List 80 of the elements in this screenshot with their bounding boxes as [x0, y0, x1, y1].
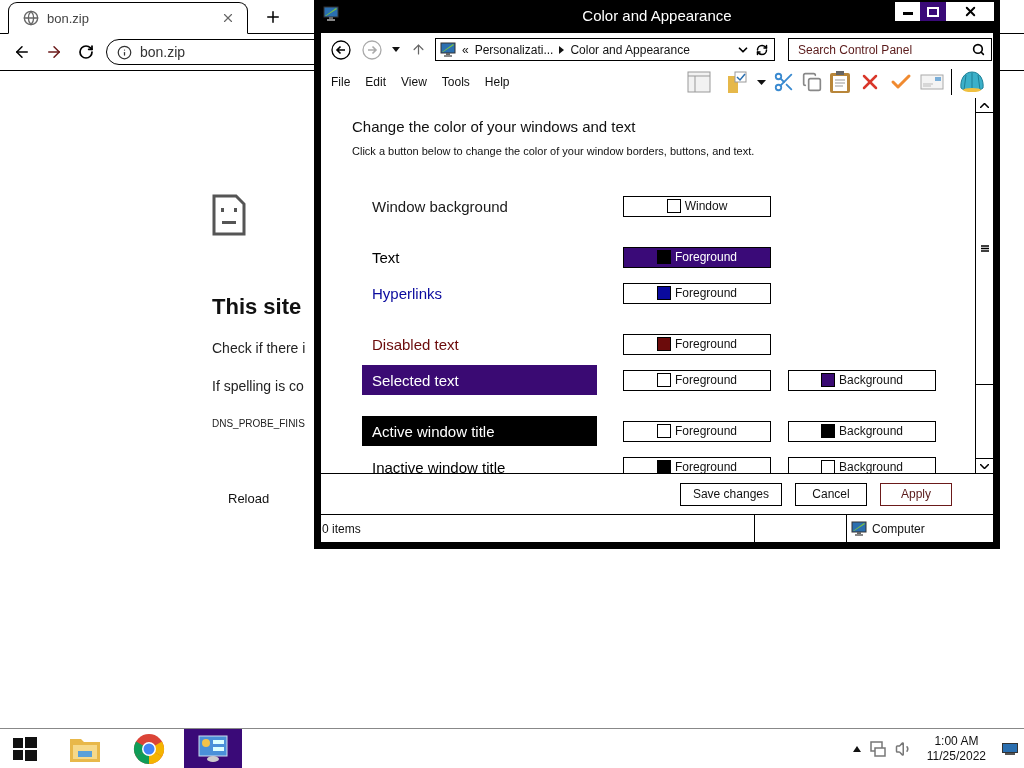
minimize-icon — [902, 12, 913, 15]
copy-icon[interactable] — [802, 72, 822, 92]
instructions: Click a button below to change the color of your window borders, buttons, and text. — [352, 145, 756, 157]
clock-time: 1:00 AM — [934, 733, 979, 749]
page-heading: Change the color of your windows and text — [352, 118, 637, 135]
element-label: Disabled text — [371, 334, 460, 355]
dialog-button[interactable]: Save changes — [679, 482, 782, 506]
shell-globe-icon[interactable] — [959, 70, 985, 94]
menu-item[interactable]: Edit — [365, 75, 387, 89]
error-text: Check if there i — [212, 340, 306, 356]
color-button[interactable]: Background — [788, 456, 936, 473]
color-button[interactable]: Background — [788, 420, 936, 442]
back-button[interactable] — [331, 39, 351, 60]
scissors-icon[interactable] — [773, 71, 795, 93]
item-count: 0 items — [322, 521, 361, 536]
tab-title: bon.zip — [47, 10, 90, 26]
control-panel-icon — [323, 6, 339, 22]
menu-item[interactable]: View — [401, 75, 427, 89]
color-button[interactable]: Foreground — [623, 246, 771, 268]
control-panel-icon — [198, 734, 228, 763]
grip-icon — [980, 245, 989, 252]
menu-item[interactable]: Tools — [441, 75, 470, 89]
color-button[interactable]: Background — [788, 369, 936, 391]
scrollbar[interactable] — [975, 98, 993, 473]
network-icon[interactable] — [868, 739, 887, 758]
element-label: Hyperlinks — [371, 283, 444, 304]
color-button[interactable]: Window — [623, 195, 771, 217]
windows-logo-icon — [13, 736, 37, 761]
menu-item[interactable]: File — [331, 75, 351, 89]
globe-icon — [23, 10, 39, 26]
maximize-icon — [927, 6, 939, 17]
info-icon — [117, 44, 132, 60]
color-button[interactable]: Foreground — [623, 420, 771, 442]
show-hidden-icons-icon[interactable] — [852, 745, 861, 752]
breadcrumb-arrow-icon[interactable] — [559, 45, 565, 54]
close-icon — [221, 11, 235, 25]
window-title: Color and Appearance — [582, 7, 732, 24]
control-panel-icon — [440, 41, 456, 58]
browser-tab[interactable]: bon.zip — [8, 2, 248, 34]
error-code: DNS_PROBE_FINIS — [212, 418, 305, 429]
dialog-button[interactable]: Cancel — [795, 482, 867, 506]
location-text: Computer — [872, 521, 925, 536]
computer-icon — [851, 520, 867, 537]
clipboard-icon[interactable] — [829, 70, 851, 94]
address-bar[interactable]: « Personalizati... Color and Appearance — [435, 38, 775, 61]
search-icon — [972, 43, 985, 56]
clock[interactable]: 1:00 AM 11/25/2022 — [926, 733, 986, 764]
show-desktop-icon[interactable] — [1002, 742, 1018, 755]
color-button[interactable]: Foreground — [623, 333, 771, 355]
color-button[interactable]: Foreground — [623, 369, 771, 391]
chevron-down-icon — [980, 463, 989, 469]
breadcrumb-item[interactable]: Color and Appearance — [570, 42, 690, 57]
color-button[interactable]: Foreground — [623, 456, 771, 473]
sad-page-icon — [212, 194, 246, 236]
minimize-button[interactable] — [895, 2, 920, 21]
folder-check-icon[interactable] — [726, 70, 750, 94]
menu-item[interactable]: Help — [484, 75, 510, 89]
refresh-icon[interactable] — [756, 43, 768, 56]
caret-icon[interactable] — [757, 79, 766, 85]
url-text: bon.zip — [140, 44, 186, 60]
element-label: Active window title — [362, 416, 597, 446]
taskbar-app[interactable] — [184, 729, 242, 768]
element-label: Text — [371, 247, 401, 268]
dialog-button[interactable]: Apply — [880, 482, 952, 506]
reload-icon — [78, 44, 94, 60]
clock-date: 11/25/2022 — [926, 748, 986, 764]
forward-arrow-icon — [45, 43, 63, 61]
color-button[interactable]: Foreground — [623, 282, 771, 304]
error-text: If spelling is co — [212, 378, 304, 394]
chevron-up-icon — [980, 102, 989, 108]
breadcrumb-overflow[interactable]: « — [462, 42, 469, 57]
close-button[interactable] — [946, 2, 994, 21]
search-field[interactable]: Search Control Panel — [788, 38, 992, 61]
chrome-icon — [133, 732, 165, 765]
element-label: Selected text — [362, 365, 597, 395]
element-label: Window background — [371, 196, 509, 217]
recent-pages-caret-icon[interactable] — [391, 46, 401, 53]
maximize-button[interactable] — [920, 2, 946, 21]
breadcrumb-item[interactable]: Personalizati... — [474, 42, 554, 57]
error-heading: This site — [212, 294, 302, 320]
